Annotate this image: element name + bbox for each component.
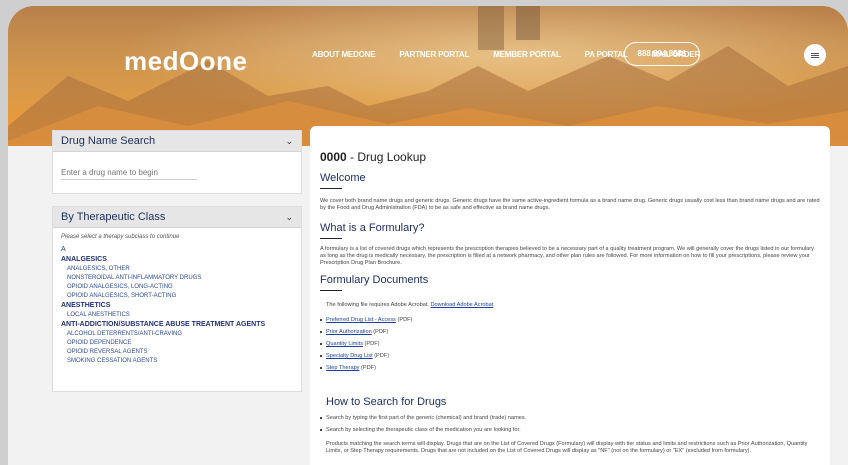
subclass-item[interactable]: ALCOHOL DETERRENTS/ANTI-CRAVING	[67, 331, 293, 337]
howto-item-text: Search by typing the first part of the g…	[326, 415, 527, 421]
doc-link-specialty-drug-list[interactable]: Specialty Drug List	[326, 353, 373, 359]
subclass-item[interactable]: OPIOID REVERSAL AGENTS	[67, 349, 293, 355]
letter-heading: A	[61, 246, 66, 253]
subclass-item[interactable]: SMOKING CESSATION AGENTS	[67, 358, 293, 364]
docs-title: Formulary Documents	[320, 274, 429, 286]
doc-item: Quantity Limits (PDF)	[320, 341, 412, 347]
drug-lookup-content: 0000 - Drug Lookup Welcome We cover both…	[310, 126, 830, 465]
therapeutic-class-panel: By Therapeutic Class ⌄ Please select a t…	[52, 206, 302, 392]
subclass-item[interactable]: OPIOID DEPENDENCE	[67, 340, 293, 346]
drug-search-title: Drug Name Search	[61, 135, 156, 147]
doc-link-step-therapy[interactable]: Step Therapy	[326, 365, 359, 371]
howto-item-text: Search by selecting the therapeutic clas…	[326, 427, 521, 433]
welcome-title: Welcome	[320, 172, 366, 184]
class-analgesics[interactable]: ANALGESICS	[61, 256, 293, 263]
heading-rule	[320, 238, 342, 239]
drug-code: 0000	[320, 150, 347, 164]
subclass-item[interactable]: OPIOID ANALGESICS, LONG-ACTING	[67, 284, 293, 290]
bullet-icon	[320, 330, 322, 333]
welcome-text: We cover both brand name drugs and gener…	[320, 198, 820, 211]
class-anti-addiction[interactable]: ANTI-ADDICTION/SUBSTANCE ABUSE TREATMENT…	[61, 321, 293, 328]
drug-name-input[interactable]	[61, 166, 197, 180]
hamburger-icon	[811, 54, 819, 56]
heading-rule	[320, 188, 342, 189]
hamburger-menu-button[interactable]	[804, 44, 826, 66]
howto-item: Search by selecting the therapeutic clas…	[320, 427, 526, 433]
doc-link-preferred-drug-list[interactable]: Preferred Drug List - Access	[326, 317, 396, 323]
hero-banner: medOone ABOUT MEDONE PARTNER PORTAL MEMB…	[8, 6, 848, 146]
phone-button[interactable]: 888.894.8981	[624, 42, 700, 66]
formulary-docs-list: Preferred Drug List - Access (PDF) Prior…	[320, 317, 412, 377]
subclass-item[interactable]: OPIOID ANALGESICS, SHORT-ACTING	[67, 293, 293, 299]
doc-item: Specialty Drug List (PDF)	[320, 353, 412, 359]
chevron-down-icon[interactable]: ⌄	[285, 212, 293, 223]
page-title-text: - Drug Lookup	[346, 150, 427, 164]
doc-suffix: (PDF)	[395, 317, 413, 323]
formulary-text: A formulary is a list of covered drugs w…	[320, 246, 814, 266]
nav-about[interactable]: ABOUT MEDONE	[312, 50, 376, 59]
subclass-item[interactable]: NONSTEROIDAL ANTI-INFLAMMATORY DRUGS	[67, 275, 293, 281]
subclass-item[interactable]: ANALGESICS, OTHER	[67, 266, 293, 272]
doc-suffix: (PDF)	[371, 329, 389, 335]
howto-title: How to Search for Drugs	[326, 396, 447, 408]
howto-heading: How to Search for Drugs	[326, 396, 446, 408]
nav-member-portal[interactable]: MEMBER PORTAL	[493, 50, 561, 59]
howto-item: Search by typing the first part of the g…	[320, 415, 526, 421]
nav-pa-portal[interactable]: PA PORTAL	[585, 50, 628, 59]
welcome-heading: Welcome	[320, 172, 366, 189]
class-anesthetics[interactable]: ANESTHETICS	[61, 302, 293, 309]
therapeutic-list: Please select a therapy subclass to cont…	[53, 228, 301, 373]
subclass-item[interactable]: LOCAL ANESTHETICS	[67, 312, 293, 318]
doc-suffix: (PDF)	[372, 353, 390, 359]
formulary-heading: What is a Formulary?	[320, 222, 425, 239]
howto-text: Products matching the search terms will …	[326, 441, 808, 454]
doc-suffix: (PDF)	[359, 365, 376, 371]
doc-item: Preferred Drug List - Access (PDF)	[320, 317, 412, 323]
doc-item: Step Therapy (PDF)	[320, 365, 412, 371]
bullet-icon	[320, 428, 322, 431]
docs-heading: Formulary Documents	[320, 274, 428, 291]
drug-search-header[interactable]: Drug Name Search ⌄	[53, 131, 301, 152]
bullet-icon	[320, 354, 322, 357]
doc-link-quantity-limits[interactable]: Quantity Limits	[326, 341, 363, 347]
formulary-title: What is a Formulary?	[320, 222, 425, 234]
heading-rule	[320, 290, 342, 291]
therapeutic-header[interactable]: By Therapeutic Class ⌄	[53, 207, 301, 228]
howto-list: Search by typing the first part of the g…	[320, 415, 526, 439]
bullet-icon	[320, 366, 322, 369]
drug-name-search-panel: Drug Name Search ⌄	[52, 130, 302, 194]
doc-item: Prior Authorization (PDF)	[320, 329, 412, 335]
doc-suffix: (PDF)	[363, 341, 380, 347]
bullet-icon	[320, 318, 322, 321]
bullet-icon	[320, 342, 322, 345]
page-title: 0000 - Drug Lookup	[320, 150, 426, 164]
download-acrobat-link[interactable]: Download Adobe Acrobat	[431, 302, 494, 308]
medone-logo[interactable]: medOone	[124, 46, 247, 77]
chevron-down-icon[interactable]: ⌄	[285, 136, 293, 147]
page-frame: medOone ABOUT MEDONE PARTNER PORTAL MEMB…	[8, 6, 848, 465]
nav-partner-portal[interactable]: PARTNER PORTAL	[399, 50, 469, 59]
therapeutic-note: Please select a therapy subclass to cont…	[61, 234, 180, 240]
acrobat-text: The following file requires Adobe Acroba…	[326, 302, 429, 308]
doc-link-prior-authorization[interactable]: Prior Authorization	[326, 329, 372, 335]
acrobat-note: The following file requires Adobe Acroba…	[326, 302, 493, 308]
therapeutic-title: By Therapeutic Class	[61, 211, 166, 223]
bullet-icon	[320, 416, 322, 419]
